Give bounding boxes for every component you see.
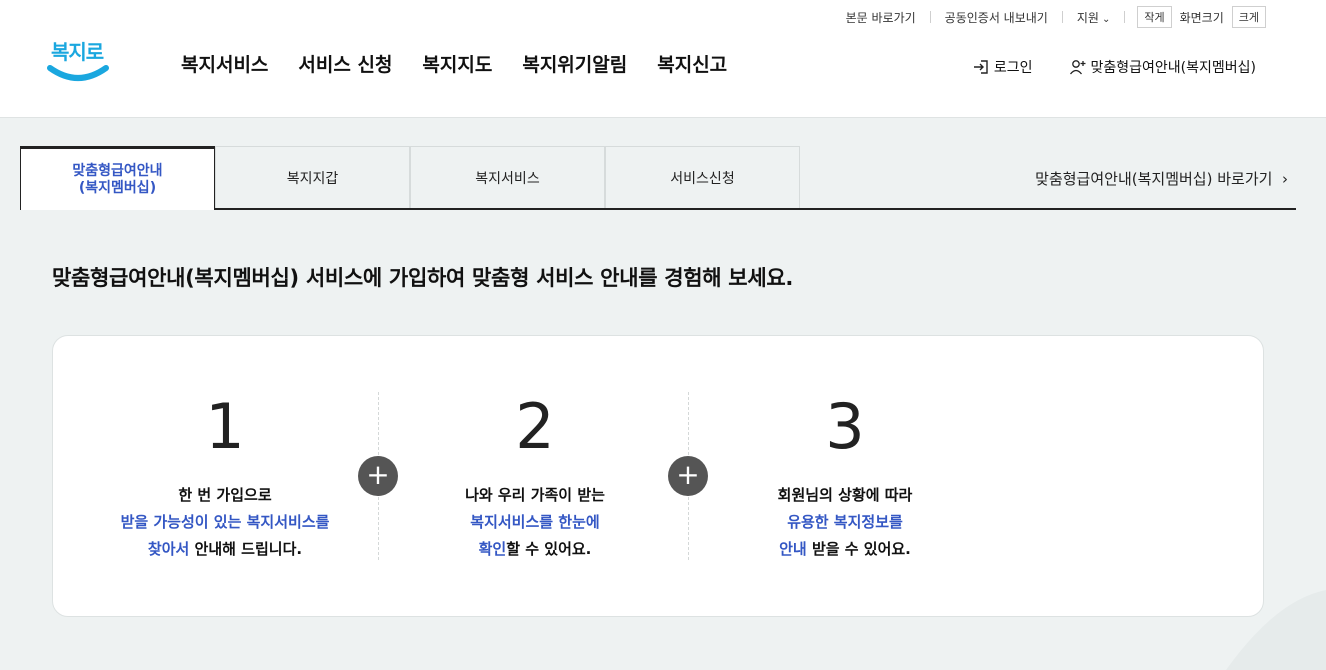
step-description: 한 번 가입으로 받을 가능성이 있는 복지서비스를 찾아서 안내해 드립니다.: [70, 482, 380, 563]
font-size-label: 화면크기: [1179, 10, 1224, 25]
step-desc-text: 받을 수 있어요.: [806, 540, 911, 558]
site-header: 본문 바로가기 공동인증서 내보내기 지원 ⌄ 작게 화면크기 크게 복지로 복지…: [0, 0, 1326, 118]
support-dropdown[interactable]: 지원 ⌄: [1063, 9, 1124, 26]
logo-smile-icon: [47, 65, 109, 81]
gnb-service-application[interactable]: 서비스 신청: [283, 50, 407, 77]
step-description: 회원님의 상황에 따라 유용한 복지정보를 안내 받을 수 있어요.: [690, 482, 1000, 563]
step-desc-line: 나와 우리 가족이 받는: [465, 486, 605, 504]
step-desc-highlight: 복지서비스를 한눈에: [470, 513, 600, 531]
step-desc-highlight: 유용한 복지정보를: [787, 513, 903, 531]
gnb-welfare-map[interactable]: 복지지도: [407, 50, 507, 77]
login-label: 로그인: [993, 60, 1033, 76]
shortcut-label: 맞춤형급여안내(복지멤버십) 바로가기: [1035, 170, 1273, 188]
utility-bar: 본문 바로가기 공동인증서 내보내기 지원 ⌄ 작게 화면크기 크게: [832, 6, 1266, 28]
tab-bar: 맞춤형급여안내 (복지멤버십) 복지지갑 복지서비스 서비스신청 맞춤형급여안내…: [20, 146, 1296, 210]
member-links: 로그인 맞춤형급여안내(복지멤버십): [936, 57, 1256, 77]
step-desc-highlight: 받을 가능성이 있는 복지서비스를: [120, 513, 330, 531]
steps-card: 1 한 번 가입으로 받을 가능성이 있는 복지서비스를 찾아서 안내해 드립니…: [52, 335, 1264, 617]
font-large-button[interactable]: 크게: [1231, 6, 1266, 28]
step-desc-line: 한 번 가입으로: [178, 486, 272, 504]
gnb-crisis-alert[interactable]: 복지위기알림: [507, 50, 642, 77]
step-number: 2: [515, 390, 555, 463]
support-label: 지원: [1076, 10, 1099, 25]
tab-membership[interactable]: 맞춤형급여안내 (복지멤버십): [20, 146, 215, 210]
tab-label: 복지서비스: [475, 170, 540, 187]
step-desc-line: 확인할 수 있어요.: [380, 536, 690, 563]
tab-welfare-services[interactable]: 복지서비스: [410, 146, 605, 208]
chevron-down-icon: ⌄: [1101, 13, 1111, 25]
utility-divider: [1124, 11, 1126, 23]
skip-to-content-link[interactable]: 본문 바로가기: [832, 9, 930, 26]
chevron-right-icon: ›: [1277, 170, 1288, 188]
membership-shortcut-link[interactable]: 맞춤형급여안내(복지멤버십) 바로가기 ›: [1035, 168, 1288, 189]
step-number: 1: [205, 390, 245, 463]
logo-text: 복지로: [51, 40, 104, 64]
tab-service-application[interactable]: 서비스신청: [605, 146, 800, 208]
page-title: 맞춤형급여안내(복지멤버십) 서비스에 가입하여 맞춤형 서비스 안내를 경험해…: [52, 266, 794, 290]
step-desc-line: 찾아서 안내해 드립니다.: [70, 536, 380, 563]
step-desc-text: 안내해 드립니다.: [189, 540, 303, 558]
membership-link[interactable]: 맞춤형급여안내(복지멤버십): [1069, 57, 1256, 77]
login-icon: [973, 60, 988, 74]
step-1: 1 한 번 가입으로 받을 가능성이 있는 복지서비스를 찾아서 안내해 드립니…: [70, 386, 380, 563]
tab-membership-line1: 맞춤형급여안내: [72, 162, 163, 179]
gnb-welfare-services[interactable]: 복지서비스: [166, 50, 283, 77]
background-decoration: [1226, 590, 1326, 670]
tab-membership-line2: (복지멤버십): [78, 179, 157, 196]
step-desc-line: 회원님의 상황에 따라: [777, 486, 913, 504]
gnb-welfare-report[interactable]: 복지신고: [642, 50, 742, 77]
step-desc-highlight: 안내: [779, 540, 807, 558]
tab-welfare-wallet[interactable]: 복지지갑: [215, 146, 410, 208]
step-number: 3: [825, 390, 865, 463]
step-description: 나와 우리 가족이 받는 복지서비스를 한눈에 확인할 수 있어요.: [380, 482, 690, 563]
user-add-icon: [1069, 60, 1086, 75]
step-2: 2 나와 우리 가족이 받는 복지서비스를 한눈에 확인할 수 있어요.: [380, 386, 690, 563]
step-desc-highlight: 확인: [478, 540, 507, 558]
step-desc-highlight: 찾아서: [147, 540, 190, 558]
cert-export-link[interactable]: 공동인증서 내보내기: [931, 9, 1062, 26]
step-3: 3 회원님의 상황에 따라 유용한 복지정보를 안내 받을 수 있어요.: [690, 386, 1000, 563]
tab-label: 복지지갑: [286, 170, 339, 187]
site-logo[interactable]: 복지로: [46, 36, 110, 92]
tab-label: 서비스신청: [670, 170, 735, 187]
step-desc-text: 할 수 있어요.: [506, 540, 592, 558]
membership-label: 맞춤형급여안내(복지멤버십): [1090, 60, 1256, 76]
login-link[interactable]: 로그인: [972, 57, 1033, 77]
main-navigation: 복지서비스 서비스 신청 복지지도 복지위기알림 복지신고: [166, 50, 742, 77]
step-desc-line: 안내 받을 수 있어요.: [690, 536, 1000, 563]
font-small-button[interactable]: 작게: [1137, 6, 1172, 28]
